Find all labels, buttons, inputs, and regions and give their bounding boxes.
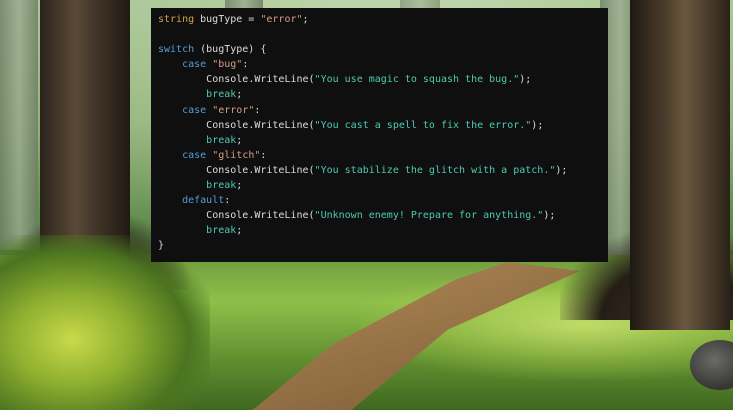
code-line: break;: [206, 89, 243, 101]
code-line: case "bug":: [182, 59, 249, 71]
code-block: string bugType = "error"; switch (bugTyp…: [151, 8, 608, 262]
code-line: case "error":: [182, 104, 261, 116]
code-line: Console.WriteLine("You cast a spell to f…: [206, 119, 544, 131]
code-line: string bugType = "error";: [158, 14, 309, 25]
code-line: switch (bugType) {: [158, 44, 267, 56]
code-line: Console.WriteLine("You stabilize the gli…: [206, 164, 568, 176]
code-line: break;: [206, 180, 243, 192]
code-line: break;: [206, 225, 243, 237]
code-line: default:: [182, 195, 231, 207]
code-line: Console.WriteLine("You use magic to squa…: [206, 74, 532, 86]
code-line: case "glitch":: [182, 149, 267, 161]
code-line: }: [158, 240, 165, 252]
code-line: Console.WriteLine("Unknown enemy! Prepar…: [206, 210, 556, 222]
right-tree-trunk: [630, 0, 730, 330]
code-line: break;: [206, 134, 243, 146]
